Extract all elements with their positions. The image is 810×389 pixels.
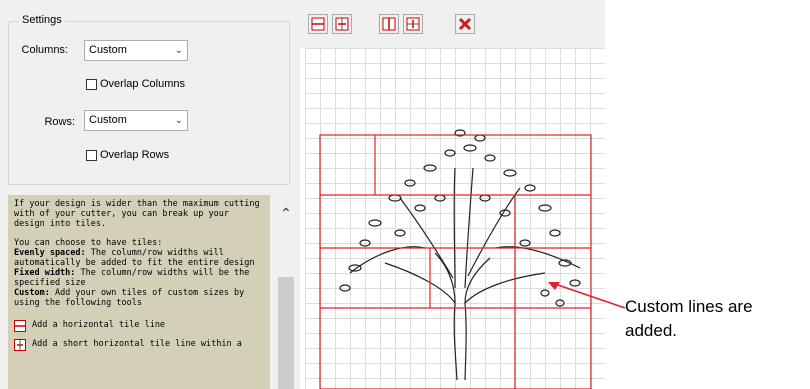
help-choose: You can choose to have tiles:: [14, 238, 163, 248]
delete-line-button[interactable]: [455, 14, 475, 34]
rows-label: Rows:: [44, 116, 75, 128]
horizontal-line-icon: [14, 320, 26, 332]
tile-layout: [319, 129, 592, 389]
add-short-horizontal-line-button[interactable]: [332, 14, 352, 34]
checkbox-box[interactable]: [86, 78, 97, 90]
help-custom-term: Custom:: [14, 288, 50, 298]
settings-title: Settings: [18, 14, 66, 26]
vertical-line-icon: [382, 17, 396, 31]
help-tool-short-horizontal-label: Add a short horizontal tile line within …: [32, 339, 242, 349]
scroll-up-icon[interactable]: ⌃: [278, 205, 294, 221]
horizontal-line-icon: [311, 17, 325, 31]
columns-label: Columns:: [21, 44, 68, 56]
add-horizontal-line-button[interactable]: [308, 14, 328, 34]
help-tool-short-horizontal: Add a short horizontal tile line within …: [14, 339, 264, 351]
overlap-columns-checkbox[interactable]: Overlap Columns: [86, 78, 185, 90]
callout-text: Custom lines are added.: [625, 295, 810, 343]
design-canvas[interactable]: [305, 48, 605, 389]
help-fixed: Fixed width: The column/row widths will …: [14, 268, 264, 288]
settings-panel: Settings Columns: Custom ⌄ Overlap Colum…: [0, 0, 300, 195]
help-tool-horizontal-label: Add a horizontal tile line: [32, 320, 166, 330]
tile-toolbar: [300, 0, 605, 48]
columns-dropdown-value: Custom: [89, 44, 127, 56]
help-scrollbar[interactable]: ⌃: [278, 205, 294, 389]
chevron-down-icon: ⌄: [174, 45, 183, 56]
delete-x-icon: [458, 17, 472, 31]
help-evenly-term: Evenly spaced:: [14, 248, 86, 258]
short-vertical-line-icon: [406, 17, 420, 31]
help-custom: Custom: Add your own tiles of custom siz…: [14, 288, 264, 308]
callout-arrow: [548, 282, 626, 309]
short-horizontal-line-icon: [335, 17, 349, 31]
overlap-rows-checkbox[interactable]: Overlap Rows: [86, 149, 169, 161]
help-fixed-term: Fixed width:: [14, 268, 76, 278]
rows-dropdown-value: Custom: [89, 114, 127, 126]
chevron-down-icon: ⌄: [174, 115, 183, 126]
help-panel: If your design is wider than the maximum…: [0, 195, 300, 389]
help-tool-horizontal: Add a horizontal tile line: [14, 320, 264, 332]
rows-dropdown[interactable]: Custom ⌄: [84, 110, 188, 131]
overlap-columns-label: Overlap Columns: [100, 78, 185, 90]
help-evenly: Evenly spaced: The column/row widths wil…: [14, 248, 264, 268]
scrollbar-thumb[interactable]: [278, 277, 294, 389]
overlap-rows-label: Overlap Rows: [100, 149, 170, 161]
checkbox-box[interactable]: [86, 149, 97, 161]
short-horizontal-line-icon: [14, 339, 26, 351]
callout-line-1: Custom lines are: [625, 297, 753, 316]
columns-dropdown[interactable]: Custom ⌄: [84, 40, 188, 61]
add-vertical-line-button[interactable]: [379, 14, 399, 34]
callout-line-2: added.: [625, 321, 677, 340]
help-text-box: If your design is wider than the maximum…: [8, 195, 270, 389]
help-intro: If your design is wider than the maximum…: [14, 199, 260, 229]
tree-design: [339, 129, 581, 381]
add-short-vertical-line-button[interactable]: [403, 14, 423, 34]
